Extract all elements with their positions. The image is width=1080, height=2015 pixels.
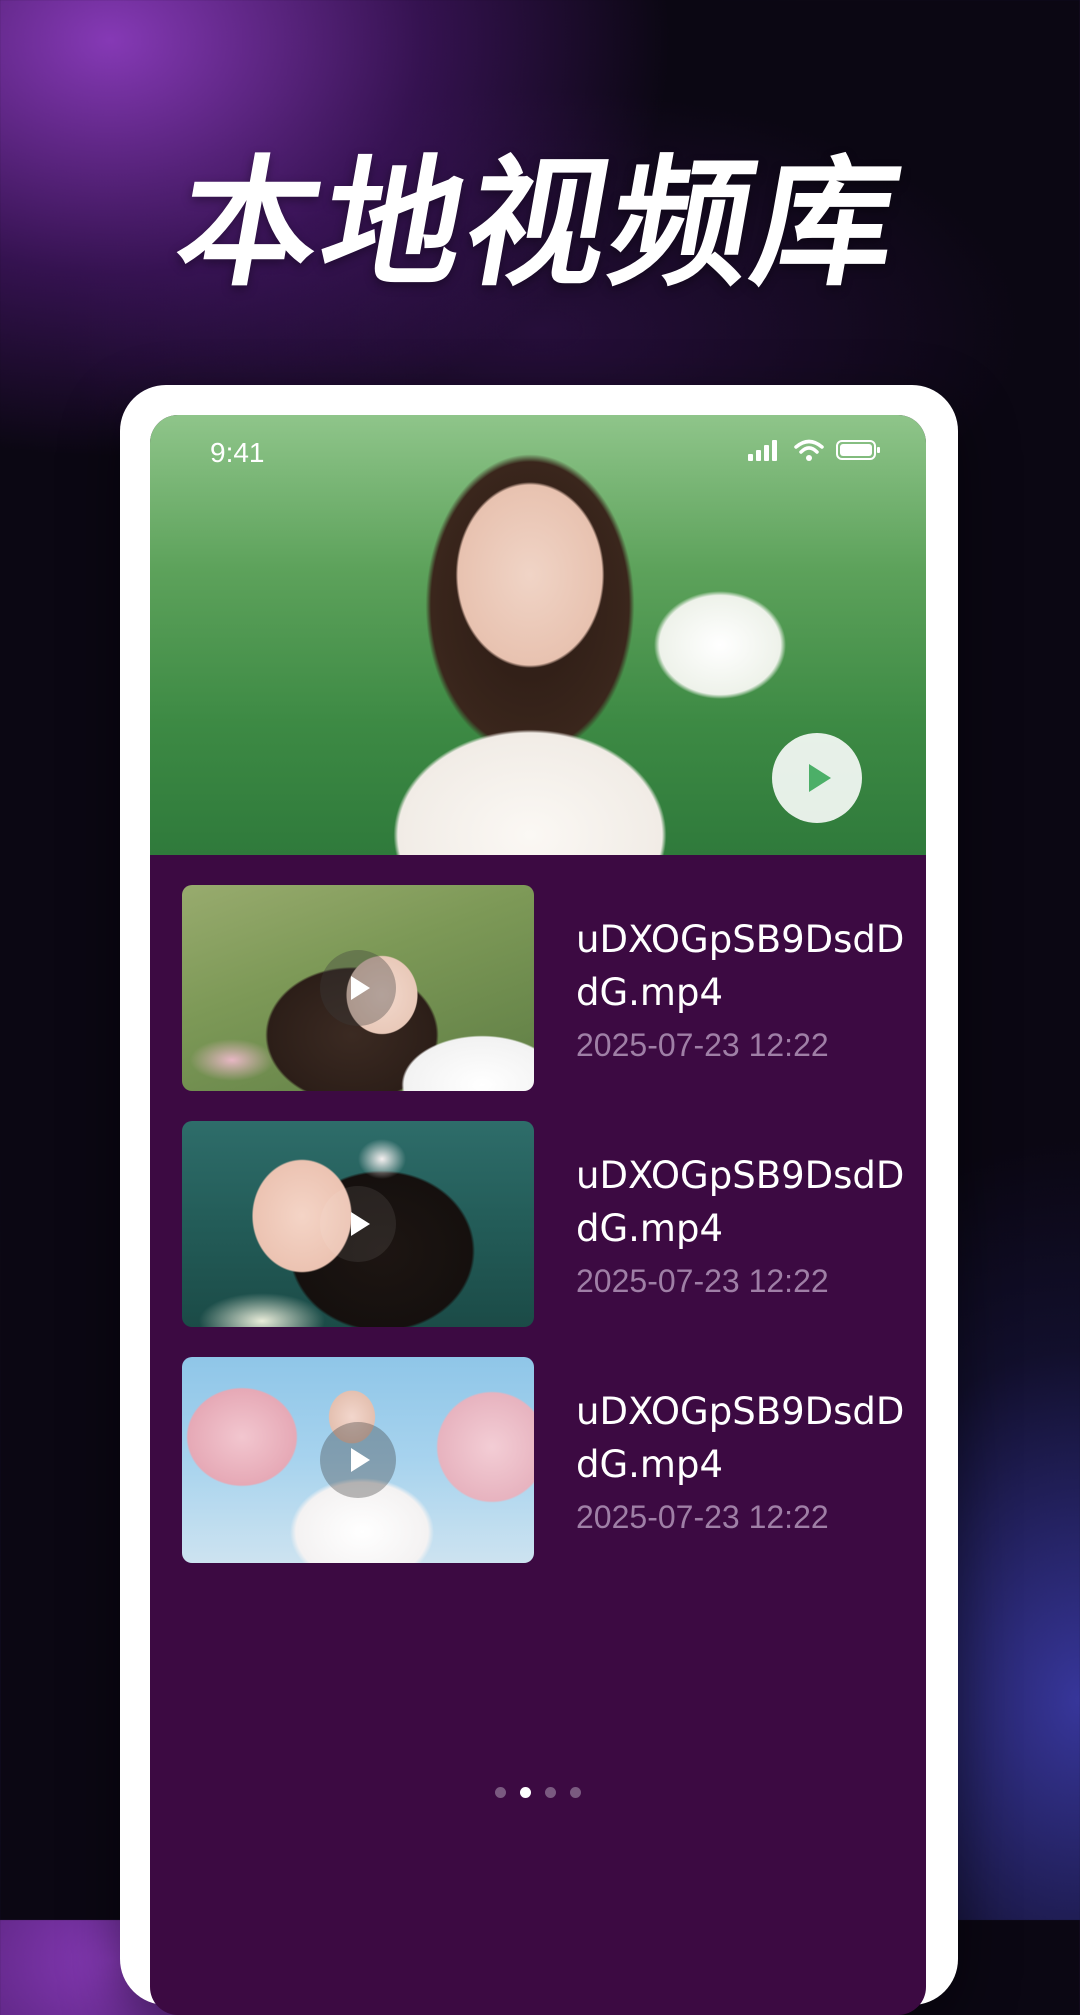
video-thumbnail[interactable] xyxy=(182,885,534,1091)
hero-video-thumbnail[interactable]: 9:41 xyxy=(150,415,926,855)
video-list: uDXOGpSB9DsdDdG.mp4 2025-07-23 12:22 uDX… xyxy=(182,885,904,1593)
play-icon xyxy=(351,976,370,1000)
play-icon xyxy=(351,1448,370,1472)
thumbnail-play-button[interactable] xyxy=(320,1422,396,1498)
video-file-name: uDXOGpSB9DsdDdG.mp4 xyxy=(576,1154,905,1250)
play-icon xyxy=(809,764,831,792)
page-dot[interactable] xyxy=(570,1787,581,1798)
signal-icon xyxy=(748,440,777,461)
video-date: 2025-07-23 12:22 xyxy=(576,1499,829,1535)
thumbnail-play-button[interactable] xyxy=(320,950,396,1026)
video-list-item[interactable]: uDXOGpSB9DsdDdG.mp4 2025-07-23 12:22 xyxy=(182,1357,904,1563)
video-date: 2025-07-23 12:22 xyxy=(576,1027,829,1063)
video-file-name: uDXOGpSB9DsdDdG.mp4 xyxy=(576,1390,905,1486)
page-dot[interactable] xyxy=(495,1787,506,1798)
status-icons xyxy=(748,439,882,461)
hero-play-button[interactable] xyxy=(772,733,862,823)
page-dot[interactable] xyxy=(545,1787,556,1798)
phone-screen: 9:41 uDXOGpSB9DsdDdG.mp4 2025-07-23 12:2… xyxy=(150,415,926,2015)
phone-frame: 9:41 uDXOGpSB9DsdDdG.mp4 2025-07-23 12:2… xyxy=(120,385,958,2015)
page-dot-active[interactable] xyxy=(520,1787,531,1798)
status-bar: 9:41 xyxy=(150,415,926,505)
video-date: 2025-07-23 12:22 xyxy=(576,1263,829,1299)
wifi-icon xyxy=(794,439,824,461)
play-icon xyxy=(351,1212,370,1236)
status-time: 9:41 xyxy=(210,437,265,468)
video-thumbnail[interactable] xyxy=(182,1357,534,1563)
video-list-item[interactable]: uDXOGpSB9DsdDdG.mp4 2025-07-23 12:22 xyxy=(182,1121,904,1327)
video-thumbnail[interactable] xyxy=(182,1121,534,1327)
video-list-item[interactable]: uDXOGpSB9DsdDdG.mp4 2025-07-23 12:22 xyxy=(182,885,904,1091)
video-file-name: uDXOGpSB9DsdDdG.mp4 xyxy=(576,918,905,1014)
page-indicator xyxy=(150,1787,926,1798)
headline: 本地视频库 xyxy=(165,143,915,306)
battery-icon xyxy=(836,440,880,460)
thumbnail-play-button[interactable] xyxy=(320,1186,396,1262)
